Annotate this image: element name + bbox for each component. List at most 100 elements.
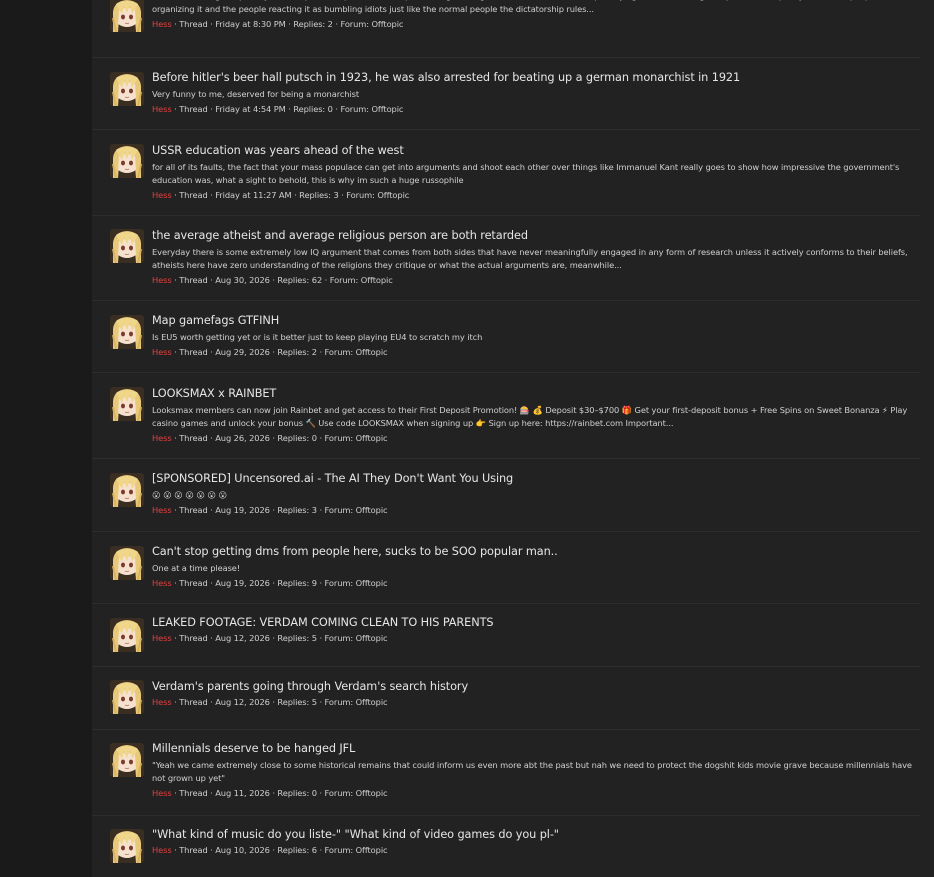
author-link[interactable]: Hess: [152, 190, 172, 200]
anime-avatar-icon: [110, 72, 144, 106]
list-item: the average atheist and average religiou…: [92, 216, 920, 301]
forum-link[interactable]: Offtopic: [361, 275, 393, 285]
avatar[interactable]: [110, 144, 144, 178]
author-link[interactable]: Hess: [152, 19, 172, 29]
thread-snippet: Is EU5 worth getting yet or is it better…: [152, 332, 483, 342]
thread-meta: Hess · Thread · Aug 11, 2026 · Replies: …: [152, 787, 920, 799]
avatar[interactable]: [110, 829, 144, 863]
list-item: LOOKSMAX x RAINBET Looksmax members can …: [92, 373, 920, 459]
thread-snippet: One at a time please!: [152, 563, 241, 573]
list-item: Map gamefags GTFINH Is EU5 worth getting…: [92, 301, 920, 373]
thread-meta: Hess · Thread · Aug 10, 2026 · Replies: …: [152, 844, 920, 856]
thread-meta: Hess · Thread · Aug 29, 2026 · Replies: …: [152, 346, 920, 358]
list-item: This movie is a great portrayal of the p…: [92, 0, 920, 58]
avatar[interactable]: [110, 618, 144, 652]
thread-snippet: Looksmax members can now join Rainbet an…: [152, 405, 908, 428]
forum-link[interactable]: Offtopic: [356, 845, 388, 855]
thread-snippet: for all of its faults, the fact that you…: [152, 162, 900, 185]
thread-snippet: Very funny to me, deserved for being a m…: [152, 89, 360, 99]
thread-title[interactable]: Verdam's parents going through Verdam's …: [152, 680, 920, 694]
thread-title[interactable]: Before hitler's beer hall putsch in 1923…: [152, 71, 920, 85]
forum-link[interactable]: Offtopic: [372, 19, 404, 29]
thread-title[interactable]: LEAKED FOOTAGE: VERDAM COMING CLEAN TO H…: [152, 616, 920, 630]
forum-link[interactable]: Offtopic: [356, 433, 388, 443]
author-link[interactable]: Hess: [152, 845, 172, 855]
avatar[interactable]: [110, 315, 144, 349]
forum-link[interactable]: Offtopic: [356, 788, 388, 798]
thread-meta: Hess · Thread · Aug 30, 2026 · Replies: …: [152, 274, 920, 286]
author-link[interactable]: Hess: [152, 633, 172, 643]
thread-title[interactable]: [SPONSORED] Uncensored.ai - The AI They …: [152, 472, 920, 486]
forum-link[interactable]: Offtopic: [356, 697, 388, 707]
anime-avatar-icon: [110, 680, 144, 714]
forum-link[interactable]: Offtopic: [356, 347, 388, 357]
list-item: Before hitler's beer hall putsch in 1923…: [92, 58, 920, 130]
thread-snippet: "Yeah we came extremely close to some hi…: [152, 760, 912, 783]
thread-title[interactable]: Millennials deserve to be hanged JFL: [152, 742, 920, 756]
forum-link[interactable]: Offtopic: [356, 633, 388, 643]
thread-meta: Hess · Thread · Friday at 8:30 PM · Repl…: [152, 18, 920, 30]
meta-info: · Thread · Aug 11, 2026 · Replies: 0 · F…: [171, 788, 356, 798]
author-link[interactable]: Hess: [152, 433, 172, 443]
avatar[interactable]: [110, 72, 144, 106]
author-link[interactable]: Hess: [152, 788, 172, 798]
search-results-panel[interactable]: This movie is a great portrayal of the p…: [92, 0, 934, 877]
author-link[interactable]: Hess: [152, 505, 172, 515]
thread-title[interactable]: the average atheist and average religiou…: [152, 229, 920, 243]
thread-title[interactable]: USSR education was years ahead of the we…: [152, 144, 920, 158]
author-link[interactable]: Hess: [152, 578, 172, 588]
forum-link[interactable]: Offtopic: [377, 190, 409, 200]
avatar[interactable]: [110, 229, 144, 263]
meta-info: · Thread · Aug 29, 2026 · Replies: 2 · F…: [171, 347, 356, 357]
meta-info: · Thread · Aug 19, 2026 · Replies: 9 · F…: [171, 578, 356, 588]
anime-avatar-icon: [110, 743, 144, 777]
avatar[interactable]: [110, 680, 144, 714]
author-link[interactable]: Hess: [152, 697, 172, 707]
left-gutter: [0, 0, 92, 877]
list-item: LEAKED FOOTAGE: VERDAM COMING CLEAN TO H…: [92, 604, 920, 667]
avatar[interactable]: [110, 387, 144, 421]
anime-avatar-icon: [110, 618, 144, 652]
forum-link[interactable]: Offtopic: [356, 505, 388, 515]
meta-info: · Thread · Aug 30, 2026 · Replies: 62 · …: [171, 275, 361, 285]
thread-title[interactable]: Map gamefags GTFINH: [152, 314, 920, 328]
meta-info: · Thread · Friday at 8:30 PM · Replies: …: [171, 19, 372, 29]
anime-avatar-icon: [110, 387, 144, 421]
author-link[interactable]: Hess: [152, 347, 172, 357]
avatar[interactable]: [110, 743, 144, 777]
thread-snippet: Everyday there is some extremely low IQ …: [152, 247, 908, 270]
list-item: "What kind of music do you liste-" "What…: [92, 816, 920, 877]
thread-title[interactable]: Can't stop getting dms from people here,…: [152, 545, 920, 559]
avatar[interactable]: [110, 0, 144, 32]
forum-link[interactable]: Offtopic: [356, 578, 388, 588]
thread-title[interactable]: "What kind of music do you liste-" "What…: [152, 828, 920, 842]
anime-avatar-icon: [110, 473, 144, 507]
author-link[interactable]: Hess: [152, 275, 172, 285]
thread-snippet: This movie is a great portrayal of the p…: [152, 0, 877, 14]
thread-meta: Hess · Thread · Aug 26, 2026 · Replies: …: [152, 432, 920, 444]
thread-meta: Hess · Thread · Aug 12, 2026 · Replies: …: [152, 632, 920, 644]
anime-avatar-icon: [110, 229, 144, 263]
avatar[interactable]: [110, 473, 144, 507]
thread-meta: Hess · Thread · Aug 12, 2026 · Replies: …: [152, 696, 920, 708]
thread-snippet: 😮 😮 😮 😮 😮 😮 😮: [152, 490, 228, 500]
forum-link[interactable]: Offtopic: [372, 104, 404, 114]
list-item: [SPONSORED] Uncensored.ai - The AI They …: [92, 459, 920, 532]
thread-title[interactable]: LOOKSMAX x RAINBET: [152, 387, 920, 401]
list-item: Verdam's parents going through Verdam's …: [92, 667, 920, 730]
anime-avatar-icon: [110, 829, 144, 863]
meta-info: · Thread · Friday at 4:54 PM · Replies: …: [171, 104, 372, 114]
list-item: Can't stop getting dms from people here,…: [92, 532, 920, 604]
meta-info: · Thread · Aug 12, 2026 · Replies: 5 · F…: [171, 633, 356, 643]
list-item: Millennials deserve to be hanged JFL "Ye…: [92, 730, 920, 816]
thread-meta: Hess · Thread · Aug 19, 2026 · Replies: …: [152, 577, 920, 589]
anime-avatar-icon: [110, 0, 144, 32]
author-link[interactable]: Hess: [152, 104, 172, 114]
meta-info: · Thread · Aug 12, 2026 · Replies: 5 · F…: [171, 697, 356, 707]
meta-info: · Thread · Aug 10, 2026 · Replies: 6 · F…: [171, 845, 356, 855]
meta-info: · Thread · Aug 19, 2026 · Replies: 3 · F…: [171, 505, 356, 515]
anime-avatar-icon: [110, 546, 144, 580]
thread-meta: Hess · Thread · Aug 19, 2026 · Replies: …: [152, 504, 920, 516]
avatar[interactable]: [110, 546, 144, 580]
meta-info: · Thread · Aug 26, 2026 · Replies: 0 · F…: [171, 433, 356, 443]
